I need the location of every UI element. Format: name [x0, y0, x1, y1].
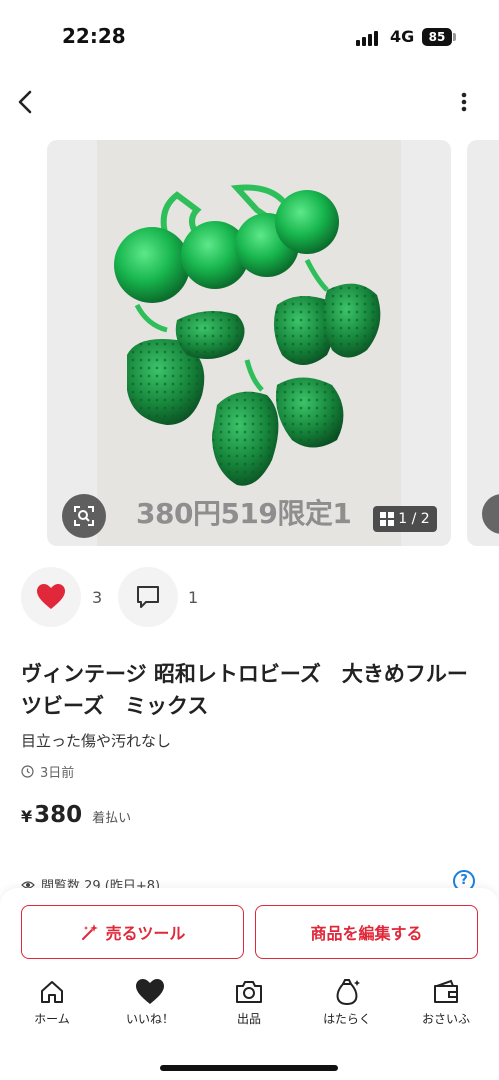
comment-button[interactable] [118, 567, 178, 627]
tab-work-label: はたらく [323, 1012, 371, 1026]
heart-icon [37, 584, 65, 609]
tab-likes[interactable]: いいね！ [110, 978, 190, 1027]
edit-item-label: 商品を編集する [310, 924, 423, 943]
like-count: 3 [92, 588, 103, 607]
network-type: 4G [390, 27, 415, 46]
tab-work[interactable]: はたらく [307, 978, 387, 1027]
product-photo [97, 140, 401, 546]
currency-symbol: ¥ [21, 807, 33, 826]
wallet-icon [434, 979, 458, 1003]
camera-icon [236, 981, 262, 1003]
item-title: ヴィンテージ 昭和レトロビーズ 大きめフルーツビーズ ミックス [21, 662, 468, 718]
status-bar: 22:28 4G 85 [0, 0, 499, 70]
price-amount: 380 [34, 802, 83, 828]
like-button[interactable] [21, 567, 81, 627]
tab-bar: ホーム いいね！ 出品 はたらく おさいふ [0, 978, 499, 1038]
image-counter-label: 1 / 2 [398, 511, 430, 527]
battery-icon: 85 [422, 28, 452, 46]
tab-sell-label: 出品 [236, 1012, 261, 1026]
price: ¥ 380 着払い [21, 802, 131, 828]
shipping-label: 着払い [92, 811, 132, 826]
sell-tool-label: 売るツール [105, 924, 186, 943]
grid-icon [380, 512, 395, 526]
posted-time-label: 3日前 [40, 766, 75, 781]
image-counter[interactable]: 1 / 2 [373, 506, 437, 532]
posted-time: 3日前 [21, 762, 74, 781]
more-menu-button[interactable] [452, 88, 476, 116]
magic-wand-icon [81, 924, 98, 940]
image-search-button[interactable] [62, 494, 106, 538]
product-photo-card[interactable]: 380円519限定1 1 / 2 [47, 140, 451, 546]
chevron-left-icon [18, 90, 32, 114]
scan-icon [74, 506, 94, 526]
item-condition: 目立った傷や汚れなし [21, 732, 172, 750]
comment-icon [137, 586, 159, 608]
sell-tool-button[interactable]: 売るツール [21, 905, 244, 959]
photo-watermark-text: 380円519限定1 [136, 497, 352, 530]
signal-icon [356, 30, 382, 46]
tab-home[interactable]: ホーム [12, 978, 92, 1027]
clock-icon [21, 765, 34, 778]
home-indicator [160, 1065, 338, 1071]
tab-wallet-label: おさいふ [421, 1012, 470, 1026]
heart-icon [136, 979, 164, 1004]
comment-count: 1 [188, 588, 199, 607]
tab-sell[interactable]: 出品 [209, 978, 289, 1027]
tab-wallet[interactable]: おさいふ [406, 978, 486, 1027]
tab-home-label: ホーム [34, 1012, 70, 1026]
status-time: 22:28 [62, 24, 126, 48]
next-photo-card[interactable] [467, 140, 499, 546]
tab-likes-label: いいね！ [125, 1012, 174, 1026]
money-bag-icon [336, 979, 360, 1005]
edit-item-button[interactable]: 商品を編集する [255, 905, 478, 959]
battery-tip [453, 33, 456, 41]
more-vertical-icon [461, 92, 467, 112]
image-carousel[interactable]: 380円519限定1 1 / 2 [0, 140, 499, 548]
back-button[interactable] [12, 88, 40, 116]
home-icon [41, 981, 63, 1003]
